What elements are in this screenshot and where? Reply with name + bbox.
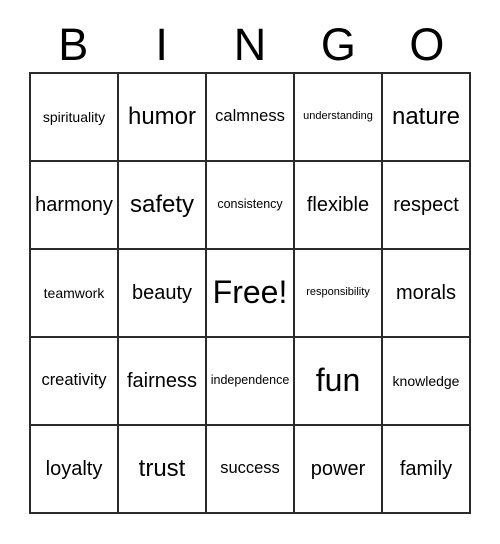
bingo-cell[interactable]: beauty — [119, 250, 207, 338]
bingo-cell-label: loyalty — [45, 457, 103, 480]
header-letter-i: I — [155, 18, 168, 70]
bingo-row: loyalty trust success power family — [31, 426, 471, 514]
bingo-cell-label: independence — [210, 373, 290, 388]
bingo-cell[interactable]: fun — [295, 338, 383, 426]
bingo-cell[interactable]: humor — [119, 74, 207, 162]
bingo-cell-label: fairness — [126, 369, 198, 392]
bingo-cell-label: power — [310, 457, 366, 480]
bingo-cell[interactable]: spirituality — [31, 74, 119, 162]
bingo-cell[interactable]: independence — [207, 338, 295, 426]
header-letter-g: G — [320, 18, 356, 70]
bingo-cell-label: calmness — [215, 107, 285, 126]
bingo-cell-label: success — [220, 459, 280, 478]
bingo-cell-label: consistency — [217, 197, 283, 212]
bingo-cell[interactable]: success — [207, 426, 295, 514]
bingo-cell-label: nature — [391, 103, 461, 131]
bingo-cell[interactable]: power — [295, 426, 383, 514]
bingo-cell-label: morals — [395, 281, 456, 304]
header-letter-b: B — [58, 18, 89, 70]
header-letter-o: O — [409, 18, 445, 70]
bingo-cell[interactable]: morals — [383, 250, 471, 338]
bingo-cell-label: understanding — [303, 110, 373, 123]
bingo-cell[interactable]: trust — [119, 426, 207, 514]
bingo-cell[interactable]: responsibility — [295, 250, 383, 338]
bingo-cell[interactable]: harmony — [31, 162, 119, 250]
bingo-cell[interactable]: safety — [119, 162, 207, 250]
bingo-cell-label: trust — [138, 455, 186, 483]
bingo-cell-label: fun — [315, 362, 361, 399]
bingo-cell-label: humor — [127, 103, 197, 131]
bingo-cell-label: respect — [393, 193, 459, 216]
bingo-cell[interactable]: teamwork — [31, 250, 119, 338]
bingo-card: B I N G O spirituality humor calmness un… — [0, 0, 500, 544]
bingo-cell[interactable]: knowledge — [383, 338, 471, 426]
header-letter-n: N — [233, 18, 267, 70]
bingo-row: spirituality humor calmness understandin… — [31, 74, 471, 162]
free-space-label: Free! — [212, 274, 288, 311]
bingo-row: teamwork beauty Free! responsibility mor… — [31, 250, 471, 338]
bingo-cell-label: beauty — [131, 281, 193, 304]
bingo-cell-label: flexible — [306, 193, 370, 216]
bingo-cell[interactable]: loyalty — [31, 426, 119, 514]
bingo-row: harmony safety consistency flexible resp… — [31, 162, 471, 250]
bingo-cell-label: spirituality — [42, 108, 106, 125]
bingo-cell[interactable]: fairness — [119, 338, 207, 426]
bingo-cell-label: harmony — [35, 193, 113, 216]
bingo-cell-label: responsibility — [306, 286, 370, 299]
bingo-cell-label: knowledge — [392, 372, 460, 389]
bingo-cell-label: family — [399, 457, 453, 480]
bingo-cell[interactable]: respect — [383, 162, 471, 250]
bingo-cell-label: safety — [129, 191, 195, 219]
bingo-grid: spirituality humor calmness understandin… — [29, 72, 471, 514]
bingo-header-row: B I N G O — [29, 18, 471, 70]
bingo-cell-free-space[interactable]: Free! — [207, 250, 295, 338]
bingo-cell-label: teamwork — [43, 284, 105, 301]
bingo-cell[interactable]: consistency — [207, 162, 295, 250]
bingo-cell[interactable]: nature — [383, 74, 471, 162]
bingo-row: creativity fairness independence fun kno… — [31, 338, 471, 426]
bingo-cell[interactable]: flexible — [295, 162, 383, 250]
bingo-cell[interactable]: calmness — [207, 74, 295, 162]
bingo-cell[interactable]: family — [383, 426, 471, 514]
bingo-cell[interactable]: understanding — [295, 74, 383, 162]
bingo-cell[interactable]: creativity — [31, 338, 119, 426]
bingo-cell-label: creativity — [41, 371, 107, 390]
